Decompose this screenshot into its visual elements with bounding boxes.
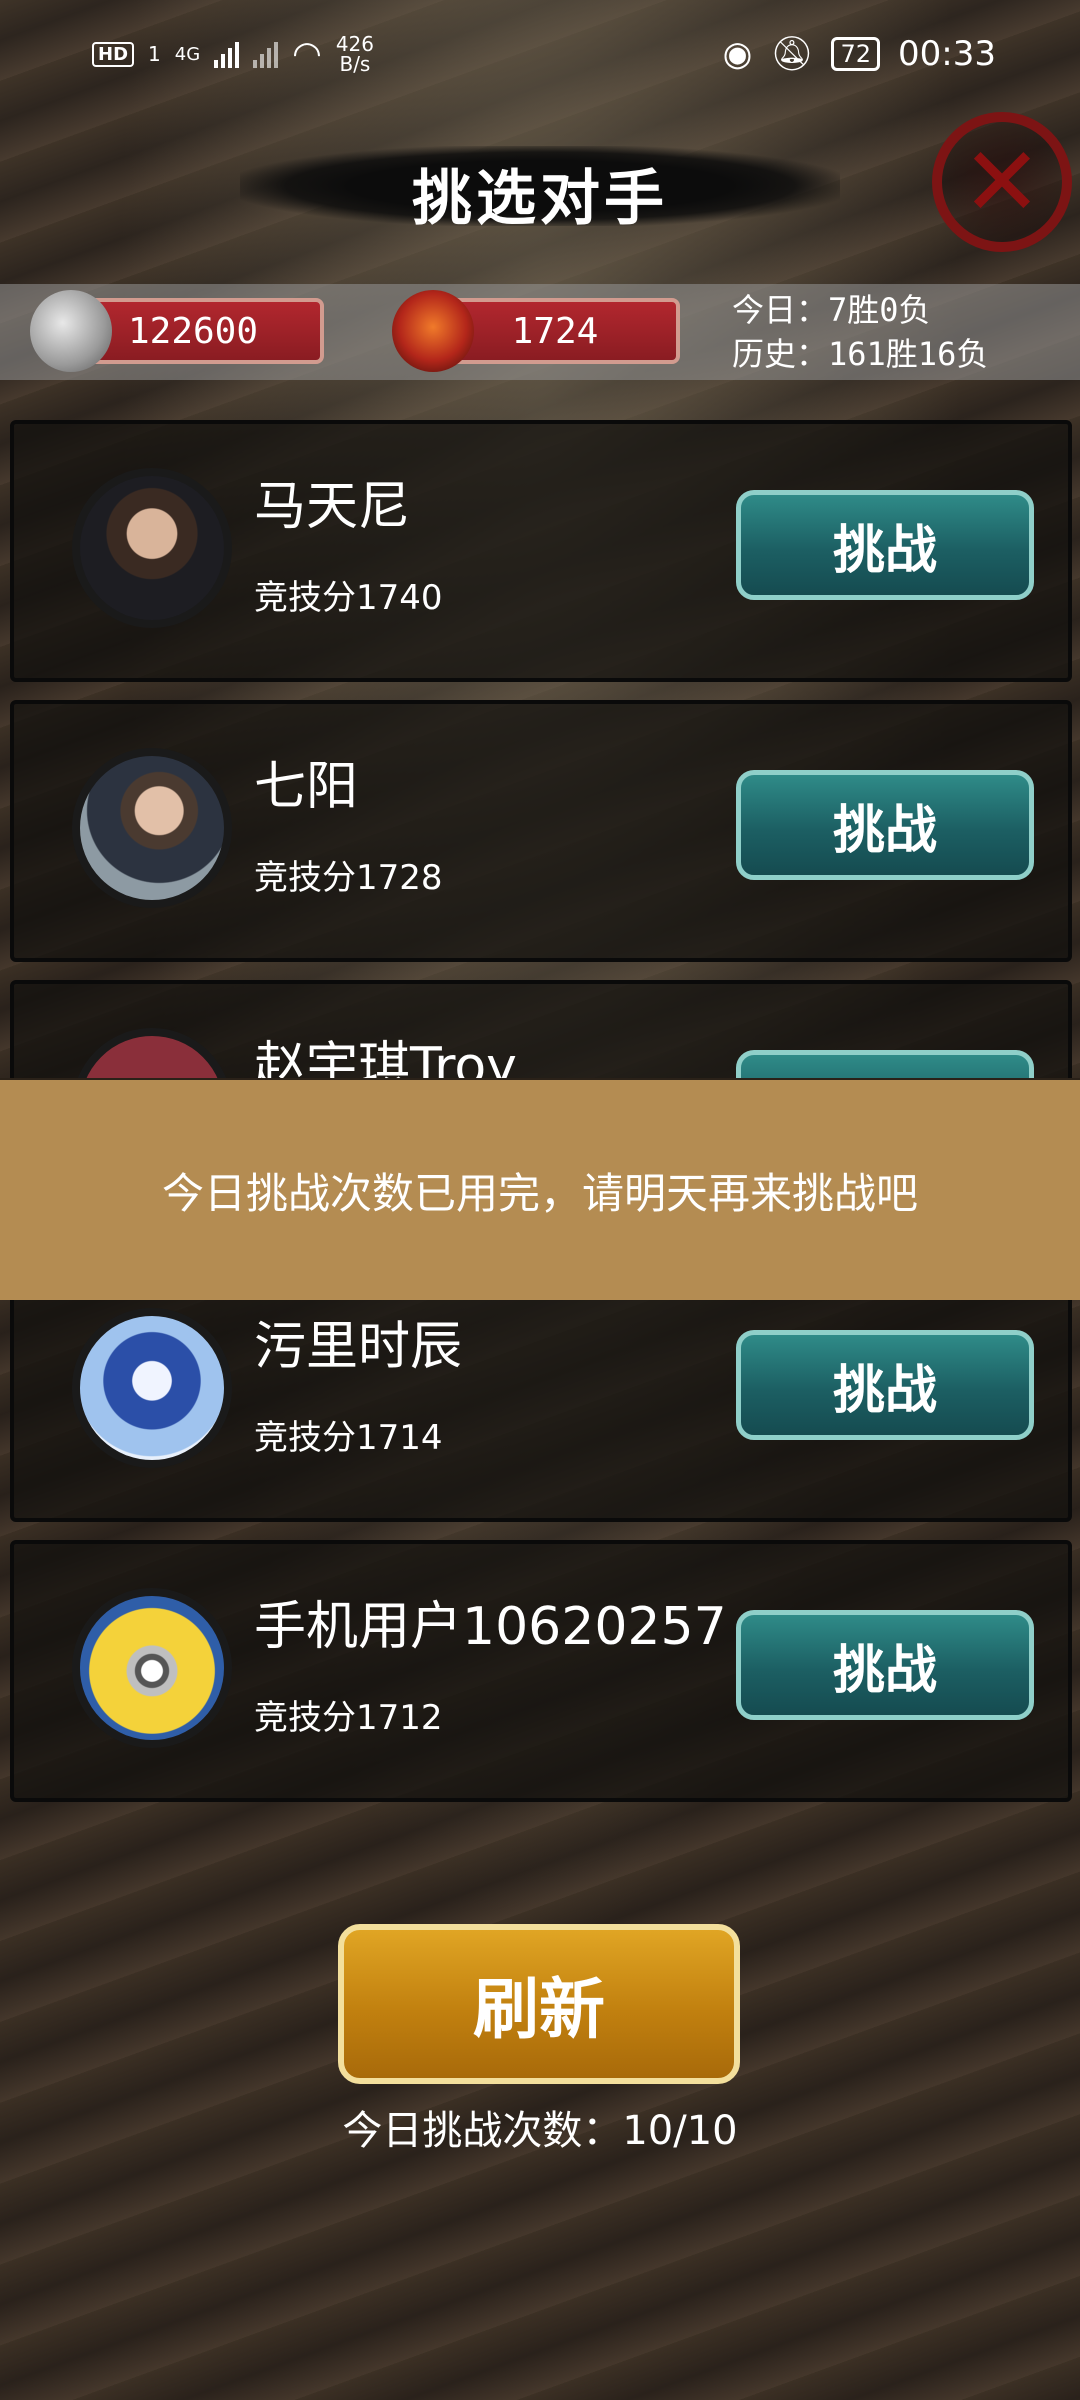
eye-icon: ◉ — [722, 34, 753, 74]
avatar — [72, 468, 232, 628]
opponent-name: 七阳 — [254, 757, 359, 817]
opponent-name: 马天尼 — [254, 477, 411, 537]
opponent-name: 手机用户10620257 — [254, 1597, 727, 1657]
page-title: 挑选对手 — [412, 164, 668, 234]
dragon-icon — [392, 290, 474, 372]
avatar — [72, 748, 232, 908]
opponent-score: 竞技分1728 — [254, 858, 443, 898]
wifi-icon: ◠ — [292, 34, 322, 74]
close-icon: ✕ — [961, 126, 1043, 238]
resource-bar: 122600 1724 今日：7胜0负 历史：161胜16负 — [0, 284, 1080, 380]
coins-icon — [30, 290, 112, 372]
today-record: 今日：7胜0负 — [732, 291, 931, 329]
avatar — [72, 1308, 232, 1468]
clock: 00:33 — [898, 34, 996, 74]
refresh-button[interactable]: 刷新 — [338, 1924, 740, 2084]
net-speed: 426 B/s — [336, 34, 374, 74]
opponent-score: 竞技分1740 — [254, 578, 443, 618]
title-banner: 挑选对手 — [240, 138, 840, 234]
status-left: HD 1 4G ◠ 426 B/s — [92, 34, 374, 74]
opponent-score: 竞技分1712 — [254, 1698, 443, 1738]
avatar — [72, 1588, 232, 1748]
record-stats: 今日：7胜0负 历史：161胜16负 — [732, 288, 988, 376]
network-gen: 4G — [174, 43, 201, 65]
status-right: ◉ 🔕︎ 72 00:33 — [723, 34, 996, 74]
opponent-row: 七阳 竞技分1728 挑战 — [10, 700, 1072, 962]
coins-value: 122600 — [127, 310, 259, 352]
opponent-row: 手机用户10620257 竞技分1712 挑战 — [10, 1540, 1072, 1802]
history-record: 历史：161胜16负 — [732, 335, 989, 373]
daily-challenge-count: 今日挑战次数：10/10 — [342, 2108, 738, 2154]
challenge-button[interactable]: 挑战 — [736, 1610, 1034, 1720]
challenge-button[interactable]: 挑战 — [736, 1330, 1034, 1440]
challenge-button[interactable]: 挑战 — [736, 490, 1034, 600]
toast-text: 今日挑战次数已用完，请明天再来挑战吧 — [161, 1168, 918, 1218]
signal-2-icon — [253, 40, 279, 68]
opponent-name: 污里时辰 — [254, 1317, 463, 1377]
net-speed-unit: B/s — [339, 52, 371, 76]
status-bar: HD 1 4G ◠ 426 B/s ◉ 🔕︎ 72 00:33 — [0, 28, 1080, 84]
signal-icon — [214, 40, 240, 68]
opponent-score: 竞技分1714 — [254, 1418, 443, 1458]
mute-bell-icon: 🔕︎ — [770, 34, 814, 74]
close-button[interactable]: ✕ — [932, 112, 1072, 252]
hd-badge: HD — [92, 41, 135, 67]
toast-message: 今日挑战次数已用完，请明天再来挑战吧 — [0, 1078, 1080, 1300]
sim-slot: 1 — [148, 42, 161, 66]
opponent-row: 马天尼 竞技分1740 挑战 — [10, 420, 1072, 682]
challenge-button[interactable]: 挑战 — [736, 770, 1034, 880]
battery-icon: 72 — [831, 37, 881, 71]
rank-value: 1724 — [511, 310, 599, 352]
